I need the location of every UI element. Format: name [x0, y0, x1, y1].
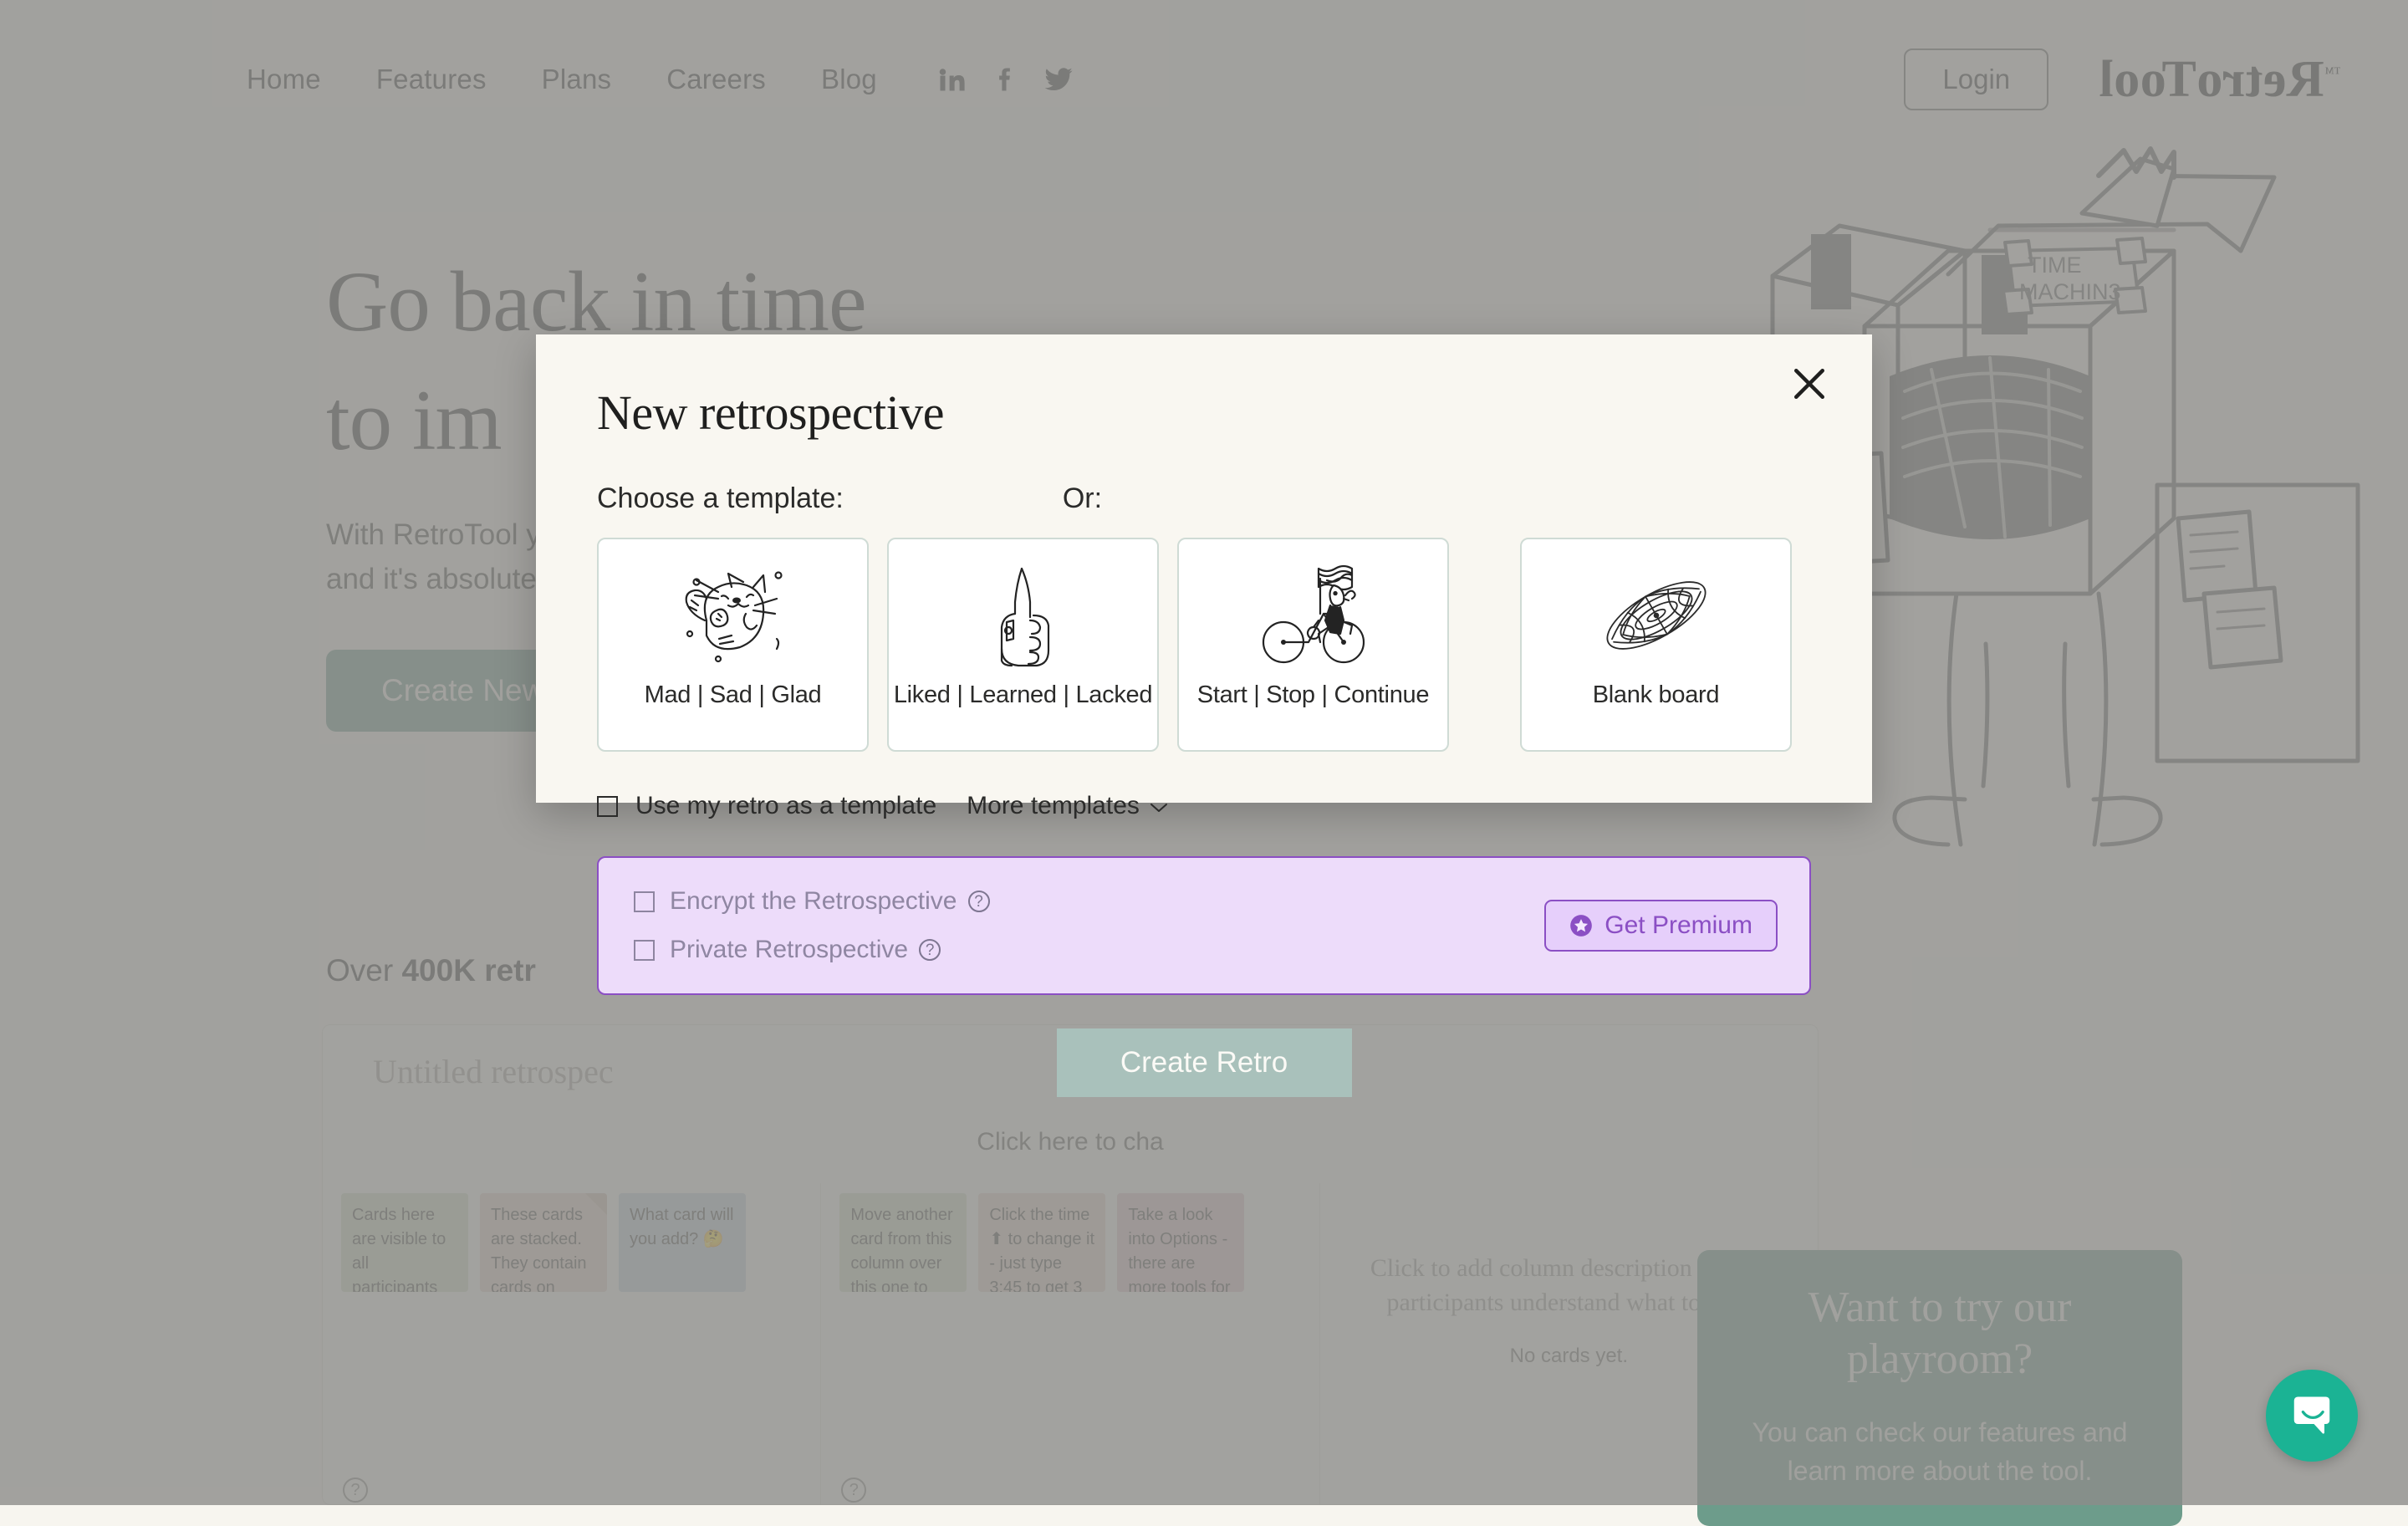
template-label: Mad | Sad | Glad: [645, 681, 822, 709]
encrypt-help-icon[interactable]: ?: [968, 891, 990, 912]
private-option-row: Private Retrospective ?: [634, 936, 990, 964]
new-retrospective-modal: New retrospective Choose a template: Or:: [536, 334, 1872, 803]
encrypt-label: Encrypt the Retrospective: [670, 887, 957, 916]
star-badge-icon: [1569, 914, 1593, 937]
template-label: Blank board: [1593, 681, 1719, 709]
template-label: Start | Stop | Continue: [1197, 681, 1429, 709]
template-label: Liked | Learned | Lacked: [894, 681, 1152, 709]
get-premium-label: Get Premium: [1604, 911, 1752, 940]
template-grid: Mad | Sad | Glad Lik: [597, 538, 1811, 752]
spiral-galaxy-grid-illustration: [1589, 539, 1723, 681]
template-card-mad-sad-glad[interactable]: Mad | Sad | Glad: [597, 538, 869, 752]
template-card-start-stop-continue[interactable]: Start | Stop | Continue: [1177, 538, 1449, 752]
create-retro-button[interactable]: Create Retro: [1057, 1028, 1352, 1097]
private-checkbox[interactable]: [634, 940, 655, 961]
thumbs-up-hand-illustration: [957, 539, 1090, 681]
template-options-row: Use my retro as a template More template…: [597, 792, 1811, 820]
more-templates-label: More templates: [967, 792, 1140, 820]
encrypt-option-row: Encrypt the Retrospective ?: [634, 887, 990, 916]
modal-title: New retrospective: [597, 385, 1811, 441]
close-icon[interactable]: [1787, 361, 1832, 406]
use-my-retro-checkbox[interactable]: [597, 796, 618, 817]
private-help-icon[interactable]: ?: [919, 939, 941, 961]
use-my-retro-label: Use my retro as a template: [635, 792, 936, 820]
more-templates-dropdown[interactable]: More templates: [967, 792, 1168, 820]
encrypt-checkbox[interactable]: [634, 891, 655, 912]
section-labels: Choose a template: Or:: [597, 482, 1811, 515]
cyclist-illustration: [1247, 539, 1380, 681]
premium-options-panel: Encrypt the Retrospective ? Private Retr…: [597, 856, 1811, 995]
template-card-liked-learned-lacked[interactable]: Liked | Learned | Lacked: [887, 538, 1159, 752]
private-label: Private Retrospective: [670, 936, 908, 964]
premium-checkbox-group: Encrypt the Retrospective ? Private Retr…: [634, 887, 990, 964]
angry-cat-illustration: [666, 539, 800, 681]
template-card-blank-board[interactable]: Blank board: [1520, 538, 1792, 752]
intercom-chat-icon[interactable]: [2266, 1370, 2358, 1462]
chevron-down-icon: [1150, 792, 1168, 820]
choose-template-label: Choose a template:: [597, 482, 844, 515]
or-label: Or:: [1063, 482, 1102, 515]
get-premium-button[interactable]: Get Premium: [1544, 900, 1778, 952]
